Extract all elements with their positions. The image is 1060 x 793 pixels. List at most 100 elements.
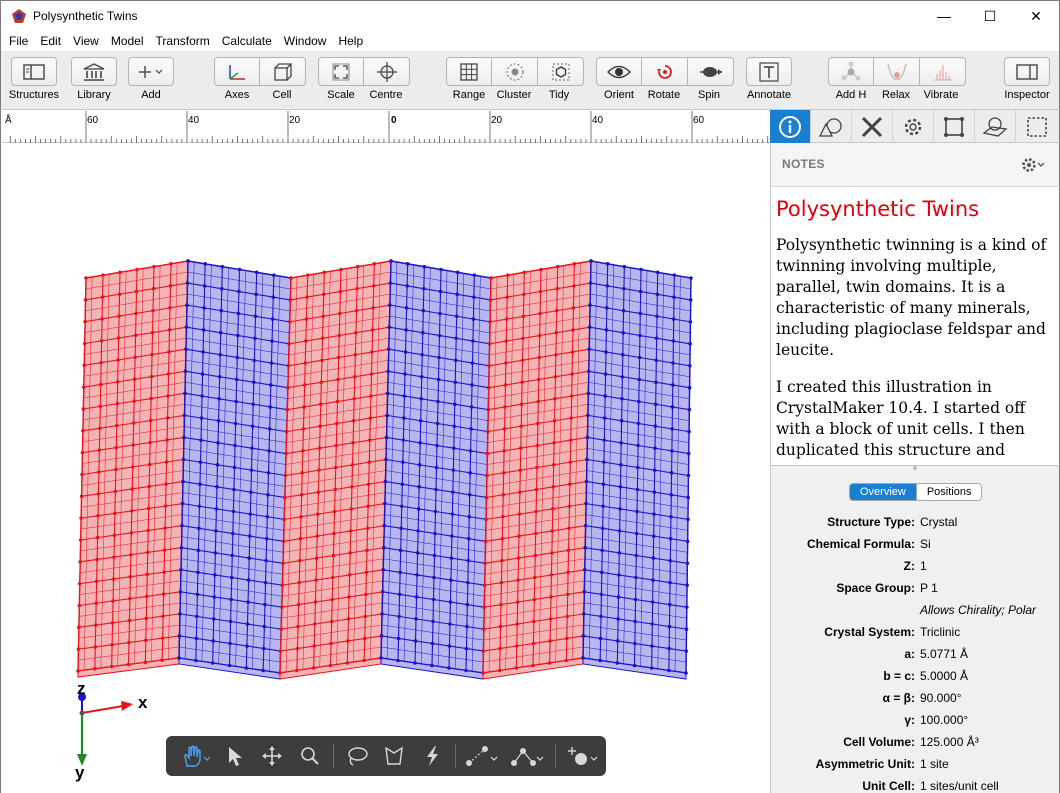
menu-transform[interactable]: Transform xyxy=(150,34,216,48)
minimize-button[interactable]: — xyxy=(921,1,967,31)
zoom-tool[interactable] xyxy=(291,741,329,771)
property-value[interactable]: 5.0000 Å xyxy=(920,669,968,683)
property-value[interactable]: 100.000° xyxy=(920,713,968,727)
library-button[interactable] xyxy=(71,57,117,86)
molecule-icon xyxy=(841,61,861,80)
tab-overview[interactable]: Overview xyxy=(850,484,916,500)
gear-dropdown-icon[interactable] xyxy=(1021,156,1047,174)
scale-button[interactable] xyxy=(318,57,364,86)
menu-help[interactable]: Help xyxy=(332,34,369,48)
tab-surface[interactable] xyxy=(975,110,1016,143)
atom xyxy=(500,514,505,519)
hand-tool[interactable] xyxy=(178,741,216,771)
cluster-button[interactable] xyxy=(492,57,538,86)
lasso-tool[interactable] xyxy=(338,741,376,771)
tidy-button[interactable] xyxy=(538,57,584,86)
select-tool[interactable] xyxy=(216,741,254,771)
menu-view[interactable]: View xyxy=(67,34,105,48)
tab-selection[interactable] xyxy=(1016,110,1057,143)
atom xyxy=(161,614,165,618)
centre-button[interactable] xyxy=(364,57,410,86)
atom xyxy=(588,303,592,307)
tab-tools[interactable] xyxy=(852,110,893,143)
polygon-select-tool[interactable] xyxy=(376,741,414,771)
angle-tool[interactable] xyxy=(506,741,552,771)
lightning-tool[interactable] xyxy=(413,741,451,771)
notes-content[interactable]: Polysynthetic Twins Polysynthetic twinni… xyxy=(770,187,1060,465)
tab-positions[interactable]: Positions xyxy=(915,484,982,500)
cell-button[interactable] xyxy=(260,57,306,86)
structures-button[interactable] xyxy=(11,57,57,86)
atom xyxy=(150,352,154,357)
property-value[interactable]: Allows Chirality; Polar xyxy=(920,603,1036,617)
tab-settings[interactable] xyxy=(893,110,934,143)
orient-button[interactable] xyxy=(596,57,642,86)
add-button[interactable] xyxy=(128,57,174,86)
property-value[interactable]: 90.000° xyxy=(920,691,962,705)
menu-window[interactable]: Window xyxy=(278,34,333,48)
atom xyxy=(251,402,256,407)
property-value[interactable]: Triclinic xyxy=(920,625,960,639)
rotate-button[interactable] xyxy=(642,57,688,86)
inspector-button[interactable] xyxy=(1004,57,1050,86)
vibrate-button[interactable] xyxy=(920,57,966,86)
palette-separator xyxy=(555,744,557,768)
menu-edit[interactable]: Edit xyxy=(34,34,67,48)
atom xyxy=(521,314,526,319)
menu-calculate[interactable]: Calculate xyxy=(216,34,278,48)
atom xyxy=(331,575,335,580)
menu-model[interactable]: Model xyxy=(105,34,150,48)
relax-button[interactable] xyxy=(874,57,920,86)
atom xyxy=(433,531,437,536)
tab-info[interactable] xyxy=(770,110,811,143)
spin-button[interactable] xyxy=(688,57,734,86)
atom xyxy=(532,619,536,624)
atom xyxy=(271,295,276,299)
property-value[interactable]: 1 site xyxy=(920,757,949,771)
bond-tool[interactable] xyxy=(460,741,506,771)
atom xyxy=(671,383,675,387)
atom xyxy=(686,517,690,522)
atom xyxy=(146,528,151,533)
atom xyxy=(333,465,338,470)
atom xyxy=(164,482,168,486)
atom xyxy=(587,325,592,329)
atom xyxy=(267,449,271,453)
annotate-button[interactable] xyxy=(746,57,792,86)
property-value[interactable]: 5.0771 Å xyxy=(920,647,968,661)
atom xyxy=(115,401,120,406)
range-button[interactable] xyxy=(446,57,492,86)
add-atom-tool[interactable] xyxy=(560,741,606,771)
tab-shapes[interactable] xyxy=(811,110,852,143)
splitter-handle[interactable] xyxy=(913,466,917,470)
property-row: Structure Type: Crystal xyxy=(771,515,1060,535)
atom xyxy=(288,298,293,302)
structure-viewport[interactable]: z x y xyxy=(0,143,770,793)
axes-button[interactable] xyxy=(214,57,260,86)
atom xyxy=(584,479,589,484)
atom xyxy=(589,259,593,263)
ruler-label: 40 xyxy=(188,115,200,126)
menu-file[interactable]: File xyxy=(3,34,34,48)
close-button[interactable]: ✕ xyxy=(1013,1,1059,31)
property-value[interactable]: Si xyxy=(920,537,931,551)
atom xyxy=(487,342,492,346)
atom xyxy=(481,671,485,675)
property-value[interactable]: 1 sites/unit cell xyxy=(920,779,999,793)
property-value[interactable]: 125.000 Å³ xyxy=(920,735,979,749)
atom xyxy=(484,495,489,500)
atom xyxy=(163,526,167,530)
atom xyxy=(688,298,693,302)
add-h-button[interactable] xyxy=(828,57,874,86)
property-value[interactable]: 1 xyxy=(920,559,927,573)
tab-cell[interactable] xyxy=(934,110,975,143)
atom xyxy=(217,396,221,401)
property-value[interactable]: Crystal xyxy=(920,515,957,529)
atom xyxy=(599,614,603,619)
move-tool[interactable] xyxy=(253,741,291,771)
property-value[interactable]: P 1 xyxy=(920,581,938,595)
atom xyxy=(336,377,340,382)
maximize-button[interactable]: ☐ xyxy=(967,1,1013,31)
atom xyxy=(418,418,423,423)
atom xyxy=(470,383,474,387)
